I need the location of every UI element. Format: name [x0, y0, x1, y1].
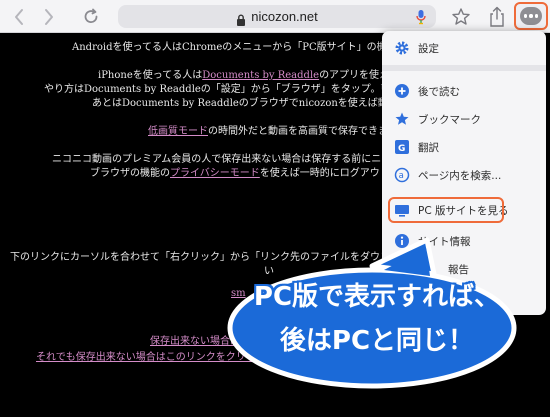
add-reading-list-icon — [394, 83, 410, 99]
menu-separator — [382, 65, 546, 71]
desktop-site-highlight — [388, 197, 504, 223]
find-in-page-icon: a — [394, 167, 410, 183]
gear-icon — [394, 40, 410, 56]
more-menu-icon — [520, 7, 542, 25]
reload-icon[interactable] — [76, 0, 106, 33]
svg-text:a: a — [399, 171, 404, 181]
text-line: ブラウザの機能のプライバシーモードを使えば一時的にログアウト状態に — [90, 168, 420, 179]
back-arrow-icon[interactable] — [6, 0, 32, 33]
text-line: Androidを使ってる人はChromeのメニューから「PC版サイト」の機能を使… — [72, 42, 427, 53]
balloon-line-2: 後はPCと同じ！ — [279, 326, 475, 356]
browser-toolbar: nicozon.net — [0, 0, 550, 33]
microphone-icon[interactable] — [416, 9, 426, 29]
documents-link[interactable]: Documents by Readdle — [202, 70, 319, 81]
translate-icon: G — [394, 139, 410, 155]
star-icon — [394, 111, 410, 127]
forward-arrow-icon[interactable] — [36, 0, 62, 33]
text-line: 低画質モードの時間外だと動画を高画質で保存できま — [148, 126, 388, 137]
menu-item-read-later[interactable]: 後で読む — [382, 77, 546, 105]
svg-text:G: G — [398, 144, 405, 154]
speech-balloon: PC版で表示すれば、 後はPCと同じ！ — [222, 226, 526, 396]
text-line: iPhoneを使ってる人はDocuments by Readdleのアプリを使え… — [98, 70, 420, 81]
lock-icon — [236, 11, 246, 26]
low-quality-mode-link[interactable]: 低画質モード — [148, 126, 208, 137]
more-menu-button[interactable] — [514, 2, 548, 30]
url-text: nicozon.net — [251, 9, 318, 24]
address-bar[interactable]: nicozon.net — [118, 5, 436, 28]
menu-item-translate[interactable]: G 翻訳 — [382, 133, 546, 161]
share-icon[interactable] — [484, 0, 510, 33]
text-line: ニコニコ動画のプレミアム会員の人で保存出来ない場合は保存する前にニコニコ — [52, 154, 412, 165]
menu-item-bookmark[interactable]: ブックマーク — [382, 105, 546, 133]
menu-item-settings[interactable]: 設定 — [382, 34, 546, 62]
bookmark-star-icon[interactable] — [447, 0, 475, 33]
balloon-line-1: PC版で表示すれば、 — [253, 282, 501, 312]
text-line: あとはDocuments by Readdleのブラウザでnicozonを使えば… — [92, 98, 408, 109]
menu-item-find-in-page[interactable]: a ページ内を検索... — [382, 161, 546, 189]
privacy-mode-link[interactable]: プライバシーモード — [170, 168, 260, 179]
